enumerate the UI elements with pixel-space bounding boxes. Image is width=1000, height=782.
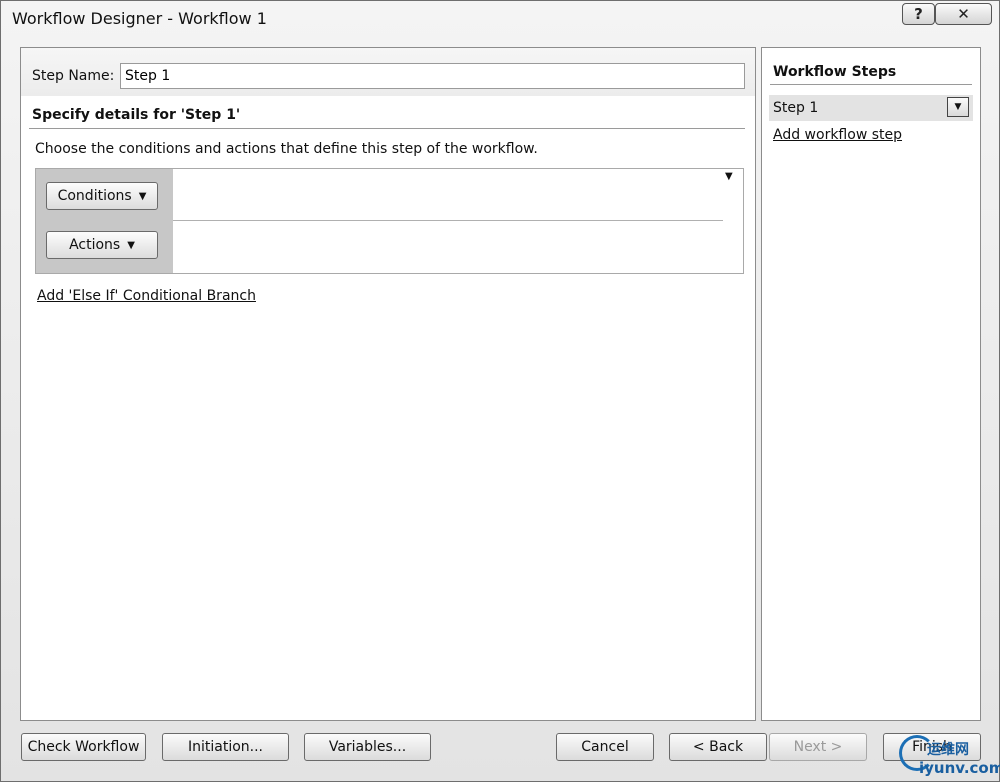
next-button[interactable]: Next > <box>769 733 867 761</box>
step-name-row: Step Name: <box>21 48 755 96</box>
close-button[interactable]: ✕ <box>935 3 992 25</box>
actions-button[interactable]: Actions ▼ <box>46 231 158 259</box>
caret-down-icon: ▼ <box>138 190 147 202</box>
details-heading: Specify details for 'Step 1' <box>32 107 241 123</box>
conditions-button-label: Conditions <box>57 188 132 204</box>
divider <box>173 220 723 221</box>
back-button[interactable]: < Back <box>669 733 767 761</box>
add-else-if-branch-link[interactable]: Add 'Else If' Conditional Branch <box>37 288 256 304</box>
divider <box>770 84 972 85</box>
add-workflow-step-link[interactable]: Add workflow step <box>773 127 902 143</box>
cancel-button[interactable]: Cancel <box>556 733 654 761</box>
workflow-designer-window: Workflow Designer - Workflow 1 ? ✕ Step … <box>0 0 1000 782</box>
help-button[interactable]: ? <box>902 3 935 25</box>
watermark-url: iyunv.com <box>919 759 1000 777</box>
caret-down-icon: ▼ <box>127 239 135 251</box>
check-workflow-button[interactable]: Check Workflow <box>21 733 146 761</box>
conditions-button[interactable]: Conditions ▼ <box>46 182 158 210</box>
close-icon: ✕ <box>957 5 970 23</box>
divider <box>29 128 745 129</box>
conditions-actions-sidebar: Conditions ▼ Actions ▼ <box>36 169 173 273</box>
window-title: Workflow Designer - Workflow 1 <box>12 9 267 28</box>
watermark-text: 运维网 <box>927 742 969 758</box>
workflow-steps-pane: Workflow Steps Step 1 ▼ Add workflow ste… <box>761 47 981 721</box>
site-watermark: 运维网 iyunv.com <box>897 735 1000 781</box>
initiation-button[interactable]: Initiation... <box>162 733 289 761</box>
step-details-pane: Step Name: Specify details for 'Step 1' … <box>20 47 756 721</box>
workflow-step-item[interactable]: Step 1 ▼ <box>769 95 973 121</box>
instructions-text: Choose the conditions and actions that d… <box>35 141 538 157</box>
branch-menu-icon[interactable]: ▼ <box>725 171 733 182</box>
chevron-down-icon: ▼ <box>954 102 962 112</box>
variables-button[interactable]: Variables... <box>304 733 431 761</box>
step-dropdown-button[interactable]: ▼ <box>947 97 969 117</box>
step-name-label: Step Name: <box>32 68 115 84</box>
title-bar: Workflow Designer - Workflow 1 ? ✕ <box>1 1 999 37</box>
actions-button-label: Actions <box>69 237 121 253</box>
help-icon: ? <box>914 5 923 23</box>
workflow-step-label: Step 1 <box>773 100 819 116</box>
step-name-input[interactable] <box>120 63 745 89</box>
workflow-steps-heading: Workflow Steps <box>773 64 897 80</box>
conditions-actions-box: Conditions ▼ Actions ▼ ▼ <box>35 168 744 274</box>
